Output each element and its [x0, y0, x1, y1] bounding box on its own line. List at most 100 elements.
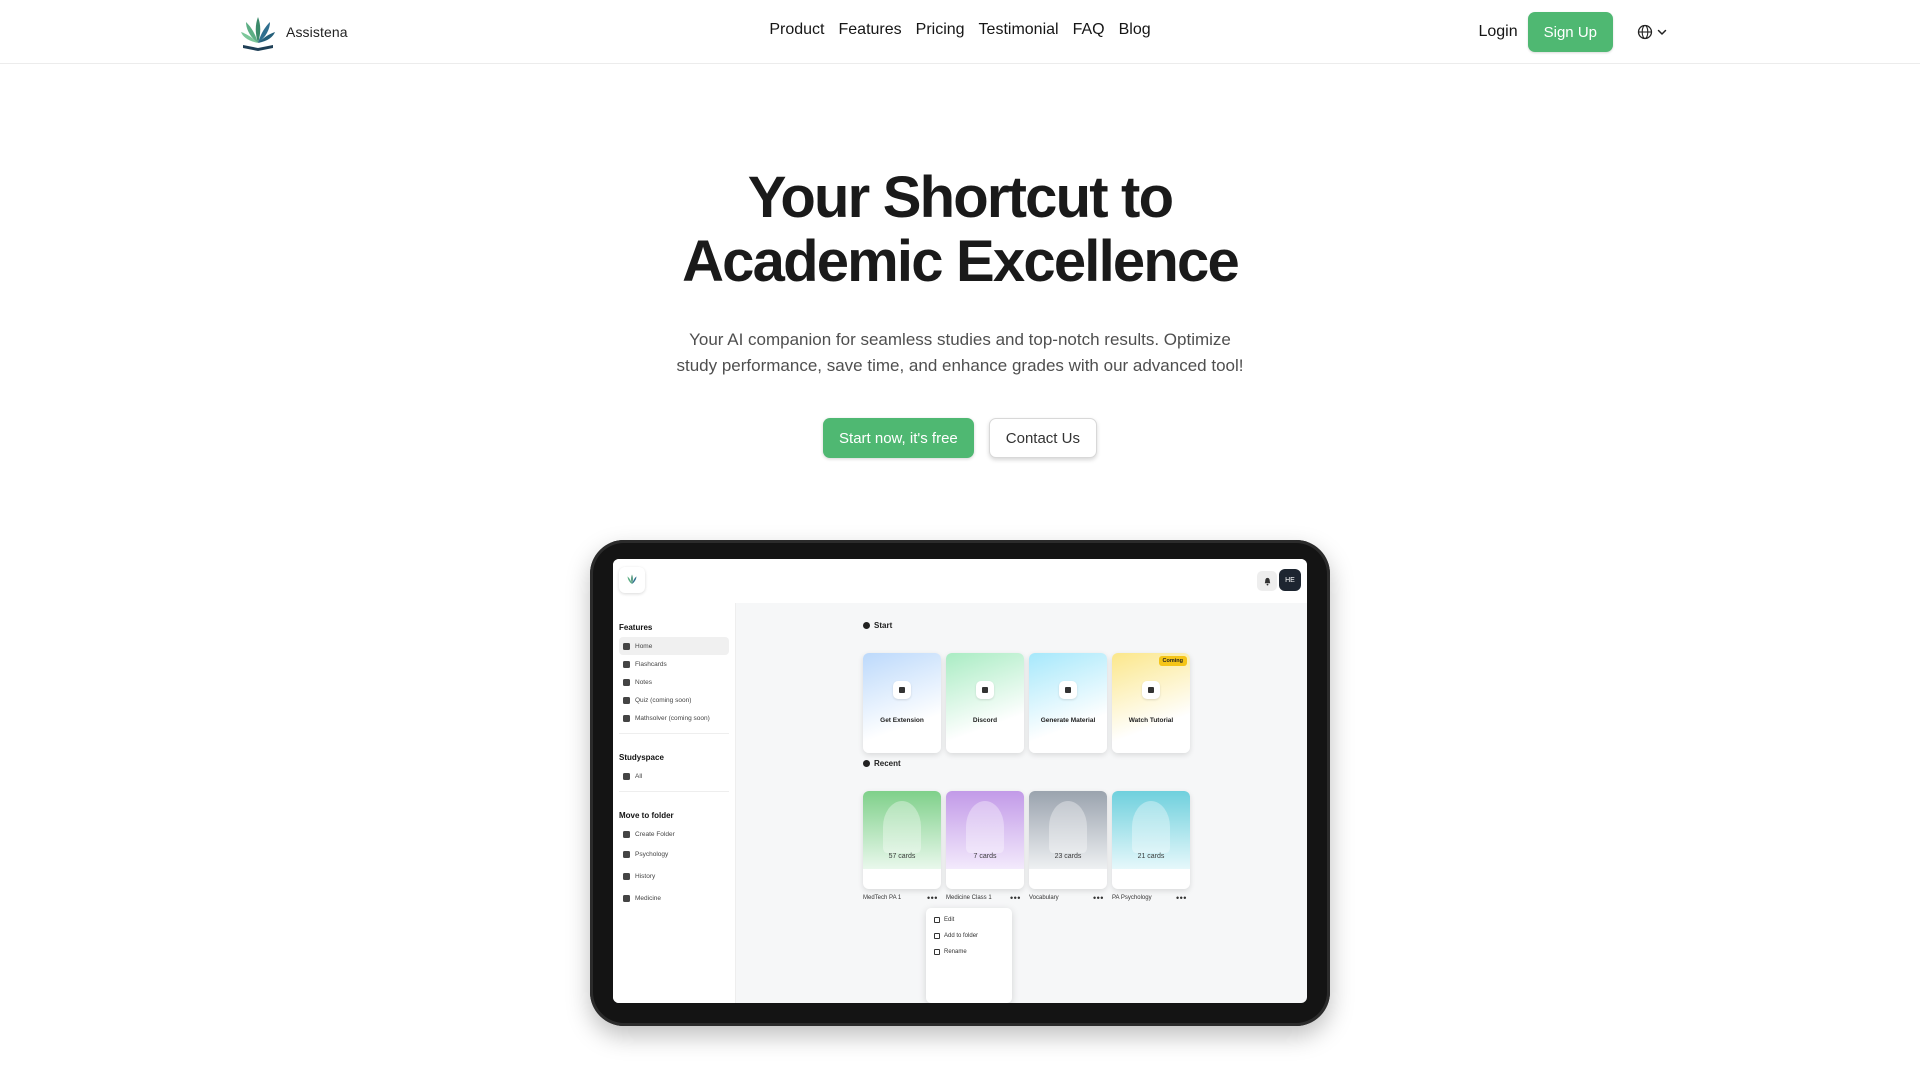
context-item-label: Edit — [944, 917, 955, 923]
start-heading: Start — [863, 621, 892, 630]
sidebar-item-label: Flashcards — [635, 660, 667, 668]
sidebar-item-label: Home — [635, 642, 653, 650]
more-icon: ••• — [927, 893, 938, 903]
signup-button[interactable]: Sign Up — [1527, 12, 1613, 52]
folder-icon — [623, 850, 630, 858]
context-item-add-folder: Add to folder — [934, 933, 978, 939]
globe-icon — [1637, 24, 1653, 40]
bell-icon — [1257, 571, 1277, 591]
hero-subtitle-line1: Your AI companion for seamless studies a… — [689, 330, 1231, 349]
card-count: 23 cards — [1054, 853, 1082, 860]
recent-card: 7 cards — [946, 791, 1024, 889]
nav-link-product[interactable]: Product — [769, 21, 824, 39]
start-card-extension: Get Extension — [863, 653, 941, 753]
app-logo-icon — [619, 567, 645, 593]
hero-subtitle-line2: study performance, save time, and enhanc… — [676, 356, 1244, 375]
more-icon: ••• — [1010, 893, 1021, 903]
recent-card-name: PA Psychology — [1112, 895, 1152, 901]
sidebar-item-label: Create Folder — [635, 830, 675, 838]
folder-icon — [623, 872, 630, 880]
sidebar-item-label: All — [635, 772, 643, 780]
flashcards-icon — [623, 660, 630, 668]
discord-icon — [976, 681, 994, 699]
calculator-icon — [623, 714, 630, 722]
sidebar-item-label: Medicine — [635, 894, 662, 902]
language-selector[interactable] — [1637, 24, 1668, 40]
nav-link-faq[interactable]: FAQ — [1073, 21, 1105, 39]
sidebar-item-flashcards: Flashcards — [619, 655, 729, 673]
context-item-label: Rename — [944, 949, 967, 955]
start-free-button[interactable]: Start now, it's free — [823, 418, 974, 458]
sidebar-item-notes: Notes — [619, 673, 729, 691]
recent-card-name: Vocabulary — [1029, 895, 1059, 901]
coming-badge: Coming — [1158, 656, 1187, 666]
app-header: HE — [613, 559, 1307, 603]
start-heading-label: Start — [874, 621, 893, 630]
edit-icon — [934, 917, 940, 923]
start-card-label: Discord — [972, 717, 998, 724]
sidebar-item-quiz: Quiz (coming soon) — [619, 691, 729, 709]
context-item-edit: Edit — [934, 917, 954, 923]
sidebar-item-psychology: Psychology — [619, 845, 729, 863]
nav-link-pricing[interactable]: Pricing — [916, 21, 965, 39]
leaf-icon — [966, 801, 1004, 853]
sidebar-item-label: Mathsolver (coming soon) — [635, 714, 710, 722]
robot-icon — [1059, 681, 1077, 699]
sidebar-item-create-folder: Create Folder — [619, 825, 729, 843]
home-icon — [623, 642, 630, 650]
hero-cta-row: Start now, it's free Contact Us — [0, 418, 1920, 458]
sidebar-heading-features: Features — [619, 623, 653, 632]
sidebar-item-mathsolver: Mathsolver (coming soon) — [619, 709, 729, 727]
nav-link-features[interactable]: Features — [839, 21, 902, 39]
hero-subtitle: Your AI companion for seamless studies a… — [0, 327, 1920, 379]
recent-heading-label: Recent — [874, 759, 901, 768]
app-main: Start Get Extension Discord Generate Mat… — [736, 603, 1307, 1003]
login-link[interactable]: Login — [1478, 23, 1517, 41]
sidebar-item-label: Quiz (coming soon) — [635, 696, 692, 704]
recent-heading: Recent — [863, 759, 901, 768]
recent-card: 57 cards — [863, 791, 941, 889]
quiz-icon — [623, 696, 630, 704]
nav-link-testimonial[interactable]: Testimonial — [979, 21, 1059, 39]
start-card-label: Get Extension — [880, 717, 924, 724]
contact-us-button[interactable]: Contact Us — [988, 418, 1097, 458]
nav-actions: Login Sign Up — [1478, 12, 1668, 52]
context-item-label: Add to folder — [944, 933, 979, 939]
sidebar-item-history: History — [619, 867, 729, 885]
folder-plus-icon — [934, 933, 940, 939]
sidebar-item-medicine: Medicine — [619, 889, 729, 907]
puzzle-icon — [893, 681, 911, 699]
top-navbar: Assistena Product Features Pricing Testi… — [0, 0, 1920, 64]
more-icon: ••• — [1176, 893, 1187, 903]
start-card-label: Generate Material — [1040, 717, 1096, 724]
tablet-mockup: HE Features Home Flashcards Notes Quiz (… — [590, 540, 1330, 1026]
start-card-discord: Discord — [946, 653, 1024, 753]
recent-card-name: MedTech PA 1 — [863, 895, 902, 901]
avatar: HE — [1279, 569, 1301, 591]
hero-title-line2: Academic Excellence — [682, 229, 1240, 294]
leaf-icon — [1049, 801, 1087, 853]
sidebar-item-label: History — [635, 872, 656, 880]
start-card-label: Watch Tutorial — [1128, 717, 1174, 724]
card-count: 21 cards — [1137, 853, 1165, 860]
sidebar-item-home: Home — [619, 637, 729, 655]
divider — [619, 733, 729, 734]
more-icon: ••• — [1093, 893, 1104, 903]
app-screenshot: HE Features Home Flashcards Notes Quiz (… — [613, 559, 1307, 1003]
context-menu: Edit Add to folder Rename — [926, 908, 1012, 1003]
pen-icon — [623, 678, 630, 686]
card-count: 7 cards — [973, 853, 997, 860]
hero-title-line1: Your Shortcut to — [747, 165, 1174, 230]
app-sidebar: Features Home Flashcards Notes Quiz (com… — [613, 603, 736, 1003]
recent-card-name: Medicine Class 1 — [946, 895, 992, 901]
recent-card: 23 cards — [1029, 791, 1107, 889]
folder-icon — [623, 894, 630, 902]
chevron-down-icon — [1657, 29, 1667, 35]
sidebar-heading-folders: Move to folder — [619, 811, 674, 820]
divider — [619, 791, 729, 792]
map-icon — [863, 622, 870, 629]
tutorial-icon — [1142, 681, 1160, 699]
card-count: 57 cards — [888, 853, 916, 860]
plus-icon — [623, 830, 630, 838]
nav-link-blog[interactable]: Blog — [1119, 21, 1151, 39]
